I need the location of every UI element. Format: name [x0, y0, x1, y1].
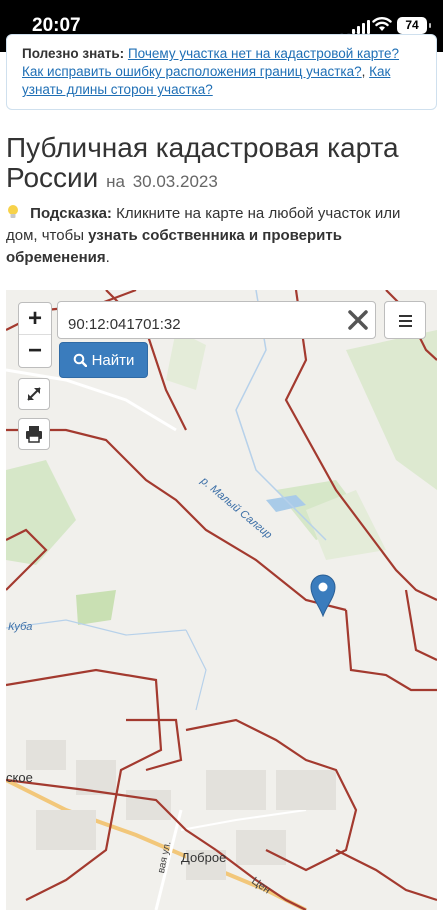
map-label-dobroe: Доброе — [181, 850, 227, 865]
search-icon — [73, 353, 87, 367]
battery-icon: 74 — [397, 17, 431, 34]
menu-icon-line — [399, 325, 412, 327]
menu-icon — [399, 315, 412, 317]
map-label-kuba: Куба — [8, 621, 33, 633]
expand-icon — [27, 387, 41, 401]
zoom-in-button[interactable]: + — [19, 303, 51, 335]
menu-icon-line — [399, 320, 412, 322]
menu-button[interactable] — [384, 301, 426, 339]
wifi-icon — [372, 17, 392, 31]
page-title: Публичная кадастровая карта России на 30… — [6, 133, 436, 197]
info-prefix: Полезно знать: — [22, 46, 125, 61]
date-prefix: на — [106, 172, 125, 191]
hint-label: Подсказка: — [30, 205, 112, 222]
map-label-skoe: ское — [6, 770, 33, 785]
zoom-out-button[interactable]: − — [19, 335, 51, 367]
location-pin-icon[interactable] — [309, 573, 337, 617]
map-date: 30.03.2023 — [132, 172, 218, 191]
find-button[interactable]: Найти — [59, 342, 148, 378]
link-why-no-plot[interactable]: Почему участка нет на кадастровой карте? — [128, 46, 399, 61]
clear-search-icon[interactable] — [346, 308, 370, 332]
lightbulb-icon — [8, 205, 18, 218]
print-button[interactable] — [18, 418, 50, 450]
map-basemap[interactable] — [6, 290, 437, 910]
cadastral-number-input[interactable] — [57, 301, 376, 339]
zoom-controls: + − — [18, 302, 52, 368]
printer-icon — [26, 426, 42, 443]
hint-end: . — [105, 249, 110, 266]
cadastral-map[interactable]: Куба ское Доброе р. Малый Салгир вая ул.… — [6, 290, 437, 910]
info-box: Полезно знать: Почему участка нет на кад… — [6, 34, 437, 110]
link-fix-boundary-error[interactable]: Как исправить ошибку расположения границ… — [22, 64, 362, 79]
hint: Подсказка: Кликните на карте на любой уч… — [6, 203, 436, 269]
cellular-signal-icon — [352, 20, 370, 34]
fullscreen-button[interactable] — [18, 378, 50, 410]
find-button-label: Найти — [91, 351, 135, 369]
